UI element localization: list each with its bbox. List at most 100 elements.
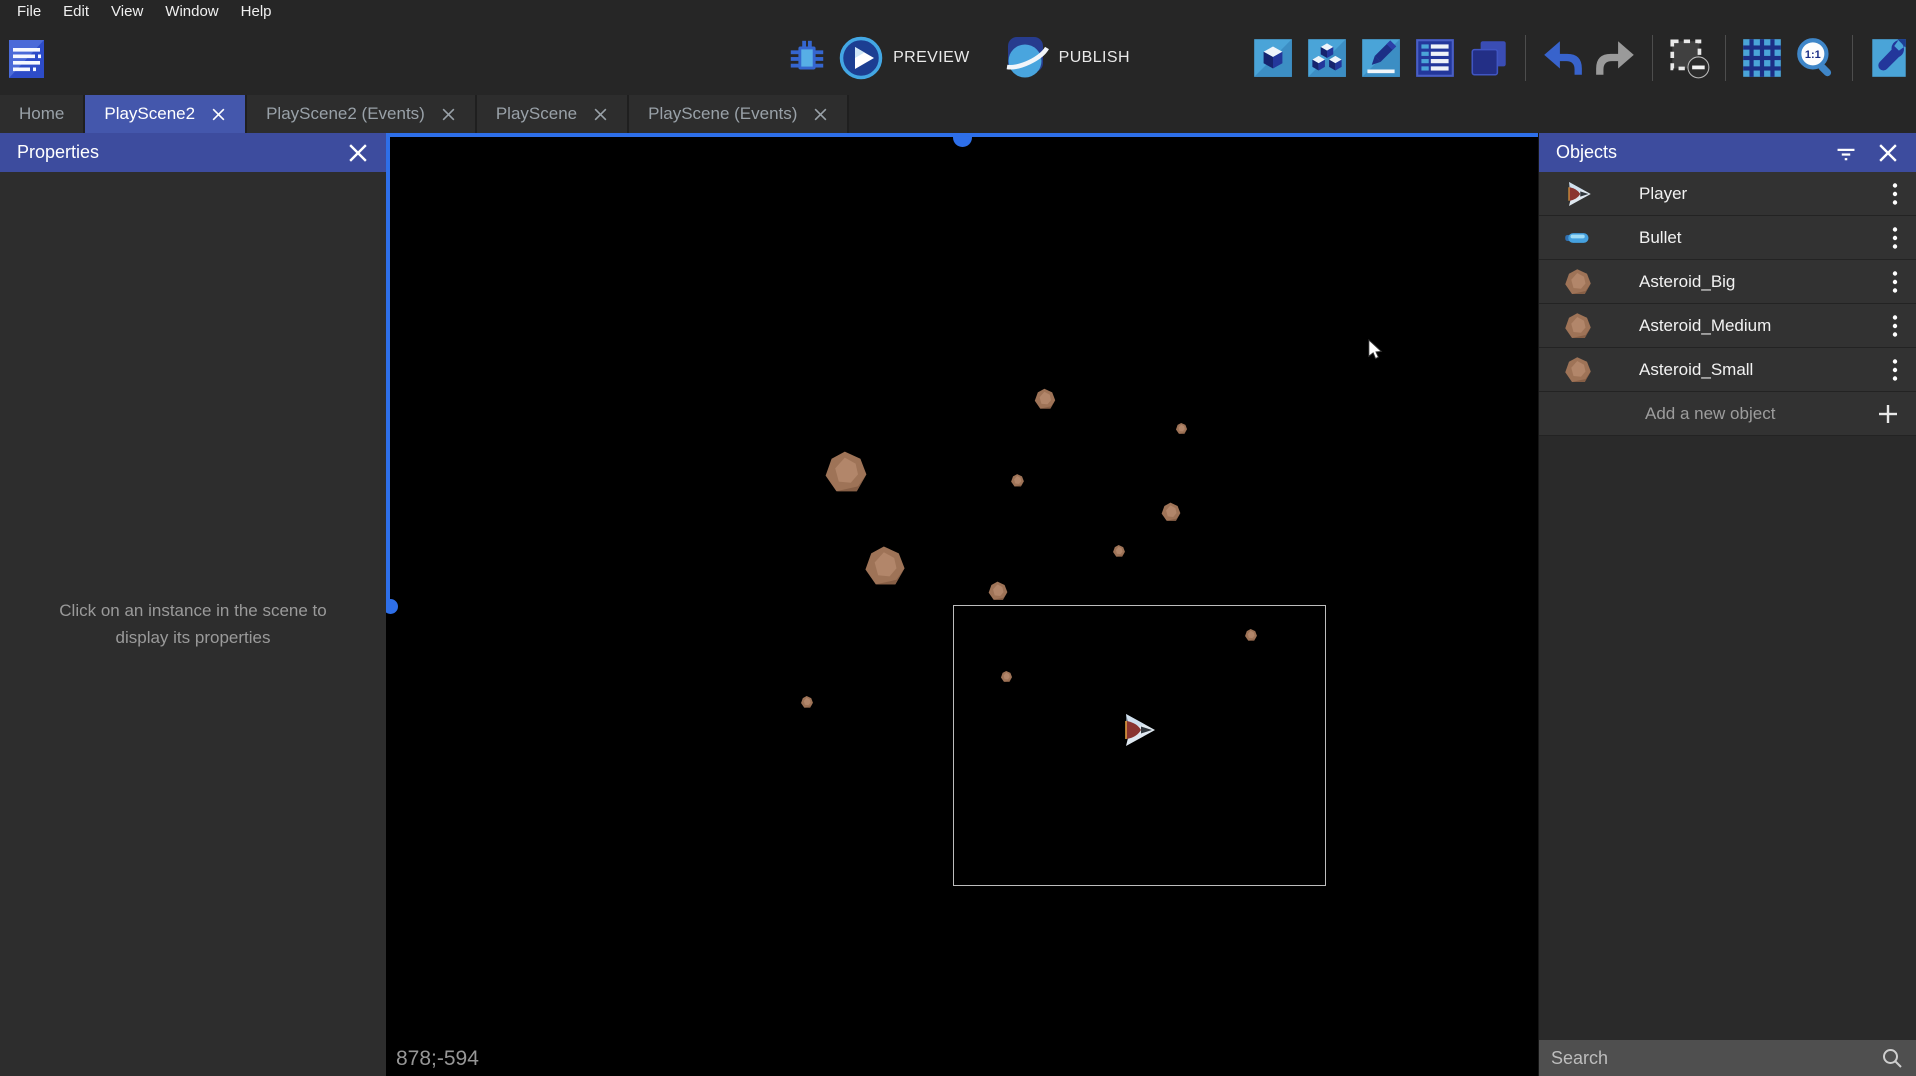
dots-vertical-icon[interactable] xyxy=(1890,225,1900,251)
publish-label: PUBLISH xyxy=(1059,49,1130,67)
add-object-label: Add a new object xyxy=(1645,404,1876,424)
object-label: Bullet xyxy=(1639,228,1890,248)
vertical-scrollbar-track[interactable] xyxy=(386,133,390,607)
tab-playscene2[interactable]: PlayScene2 xyxy=(85,95,247,133)
object-row-asteroid-medium[interactable]: Asteroid_Medium xyxy=(1539,304,1916,348)
scene-properties-wrench-icon[interactable] xyxy=(1866,35,1912,81)
tab-bar: Home PlayScene2 PlayScene2 (Events) PlaySce… xyxy=(0,95,1916,133)
object-row-player[interactable]: Player xyxy=(1539,172,1916,216)
tab-playscene2-events[interactable]: PlayScene2 (Events) xyxy=(247,95,477,133)
dots-vertical-icon[interactable] xyxy=(1890,181,1900,207)
grid-icon[interactable] xyxy=(1739,35,1785,81)
filter-icon[interactable] xyxy=(1833,142,1859,164)
cursor-coordinates-label: 878;-594 xyxy=(396,1047,479,1071)
object-row-asteroid-big[interactable]: Asteroid_Big xyxy=(1539,260,1916,304)
deselect-icon[interactable] xyxy=(1666,35,1712,81)
publish-button[interactable]: PUBLISH xyxy=(1004,35,1130,81)
close-icon[interactable] xyxy=(441,107,456,122)
dots-vertical-icon[interactable] xyxy=(1890,357,1900,383)
properties-list-icon[interactable] xyxy=(1412,35,1458,81)
plus-icon xyxy=(1876,402,1900,426)
close-icon[interactable] xyxy=(1877,142,1899,164)
objects-panel-header: Objects xyxy=(1539,133,1916,172)
main-toolbar: PREVIEW PUBLISH 1:1 xyxy=(0,23,1916,95)
objects-search-input[interactable] xyxy=(1551,1048,1880,1069)
menu-bar: FileEditViewWindowHelp xyxy=(0,0,1916,23)
scene-instance-player[interactable] xyxy=(1118,710,1158,750)
tab-playscene[interactable]: PlayScene xyxy=(477,95,629,133)
scene-instance-asteroid[interactable] xyxy=(822,448,870,496)
layers-icon[interactable] xyxy=(1466,35,1512,81)
tab-label: PlayScene (Events) xyxy=(648,104,797,124)
object-label: Asteroid_Big xyxy=(1639,272,1890,292)
preview-button[interactable]: PREVIEW xyxy=(838,35,970,81)
zoom-1to1-icon[interactable]: 1:1 xyxy=(1793,35,1839,81)
hint-line-2: display its properties xyxy=(59,624,326,651)
object-label: Asteroid_Medium xyxy=(1639,316,1890,336)
object-row-asteroid-small[interactable]: Asteroid_Small xyxy=(1539,348,1916,392)
objects-panel: Objects Player Bullet Asteroid_Big Asteroid… xyxy=(1538,133,1916,1076)
close-icon[interactable] xyxy=(211,107,226,122)
preview-label: PREVIEW xyxy=(893,49,970,67)
gdevelop-editor-window: FileEditViewWindowHelp PREVIEW PUBLISH 1… xyxy=(0,0,1916,1076)
close-icon[interactable] xyxy=(813,107,828,122)
toolbar-divider xyxy=(1525,35,1526,81)
tab-playscene-events[interactable]: PlayScene (Events) xyxy=(629,95,849,133)
scene-canvas[interactable]: 878;-594 xyxy=(386,133,1538,1076)
objects-panel-spacer xyxy=(1539,436,1916,1040)
toolbar-divider xyxy=(1852,35,1853,81)
properties-panel-body: Click on an instance in the scene to dis… xyxy=(0,172,386,1076)
properties-panel-title: Properties xyxy=(17,142,329,163)
asteroid-icon xyxy=(1563,267,1593,297)
scene-instance-asteroid[interactable] xyxy=(1010,473,1025,488)
tab-label: Home xyxy=(19,104,64,124)
new-object-page-icon[interactable] xyxy=(1250,35,1296,81)
edit-scene-page-icon[interactable] xyxy=(1358,35,1404,81)
scene-instance-asteroid[interactable] xyxy=(1244,628,1258,642)
menu-item-window[interactable]: Window xyxy=(154,2,229,21)
publish-globe-icon xyxy=(1004,35,1050,81)
dots-vertical-icon[interactable] xyxy=(1890,269,1900,295)
search-icon xyxy=(1880,1046,1904,1070)
asteroid-icon xyxy=(1563,311,1593,341)
scene-instance-asteroid[interactable] xyxy=(987,580,1009,602)
object-row-bullet[interactable]: Bullet xyxy=(1539,216,1916,260)
bullet-icon xyxy=(1563,223,1593,253)
menu-item-file[interactable]: File xyxy=(6,2,52,21)
dots-vertical-icon[interactable] xyxy=(1890,313,1900,339)
toolbar-divider xyxy=(1652,35,1653,81)
svg-text:1:1: 1:1 xyxy=(1805,49,1821,61)
tab-label: PlayScene2 xyxy=(104,104,195,124)
scene-instance-asteroid[interactable] xyxy=(1175,422,1188,435)
properties-panel: Properties Click on an instance in the s… xyxy=(0,133,386,1076)
scene-instance-asteroid[interactable] xyxy=(800,695,814,709)
scene-instance-asteroid[interactable] xyxy=(1160,501,1182,523)
vertical-scrollbar-thumb[interactable] xyxy=(386,599,398,614)
objects-cubes-page-icon[interactable] xyxy=(1304,35,1350,81)
undo-icon[interactable] xyxy=(1539,35,1585,81)
redo-icon[interactable] xyxy=(1593,35,1639,81)
objects-list: Player Bullet Asteroid_Big Asteroid_Medium A… xyxy=(1539,172,1916,392)
menu-item-help[interactable]: Help xyxy=(230,2,283,21)
objects-search-bar xyxy=(1539,1040,1916,1076)
play-circle-icon xyxy=(838,35,884,81)
close-icon[interactable] xyxy=(593,107,608,122)
horizontal-scrollbar-thumb[interactable] xyxy=(953,135,972,147)
hint-line-1: Click on an instance in the scene to xyxy=(59,597,326,624)
close-icon[interactable] xyxy=(347,142,369,164)
menu-item-edit[interactable]: Edit xyxy=(52,2,100,21)
tab-label: PlayScene xyxy=(496,104,577,124)
menu-item-view[interactable]: View xyxy=(100,2,154,21)
scene-instance-asteroid[interactable] xyxy=(1112,544,1126,558)
asteroid-icon xyxy=(1563,355,1593,385)
properties-panel-header: Properties xyxy=(0,133,386,172)
scene-instance-asteroid[interactable] xyxy=(862,543,908,589)
add-object-row[interactable]: Add a new object xyxy=(1539,392,1916,436)
scene-instance-asteroid[interactable] xyxy=(1033,387,1057,411)
debugger-icon[interactable] xyxy=(786,37,828,79)
mouse-cursor-icon xyxy=(1365,338,1388,361)
toolbar-divider xyxy=(1725,35,1726,81)
tab-label: PlayScene2 (Events) xyxy=(266,104,425,124)
tab-home[interactable]: Home xyxy=(0,95,85,133)
scene-instance-asteroid[interactable] xyxy=(1000,670,1013,683)
